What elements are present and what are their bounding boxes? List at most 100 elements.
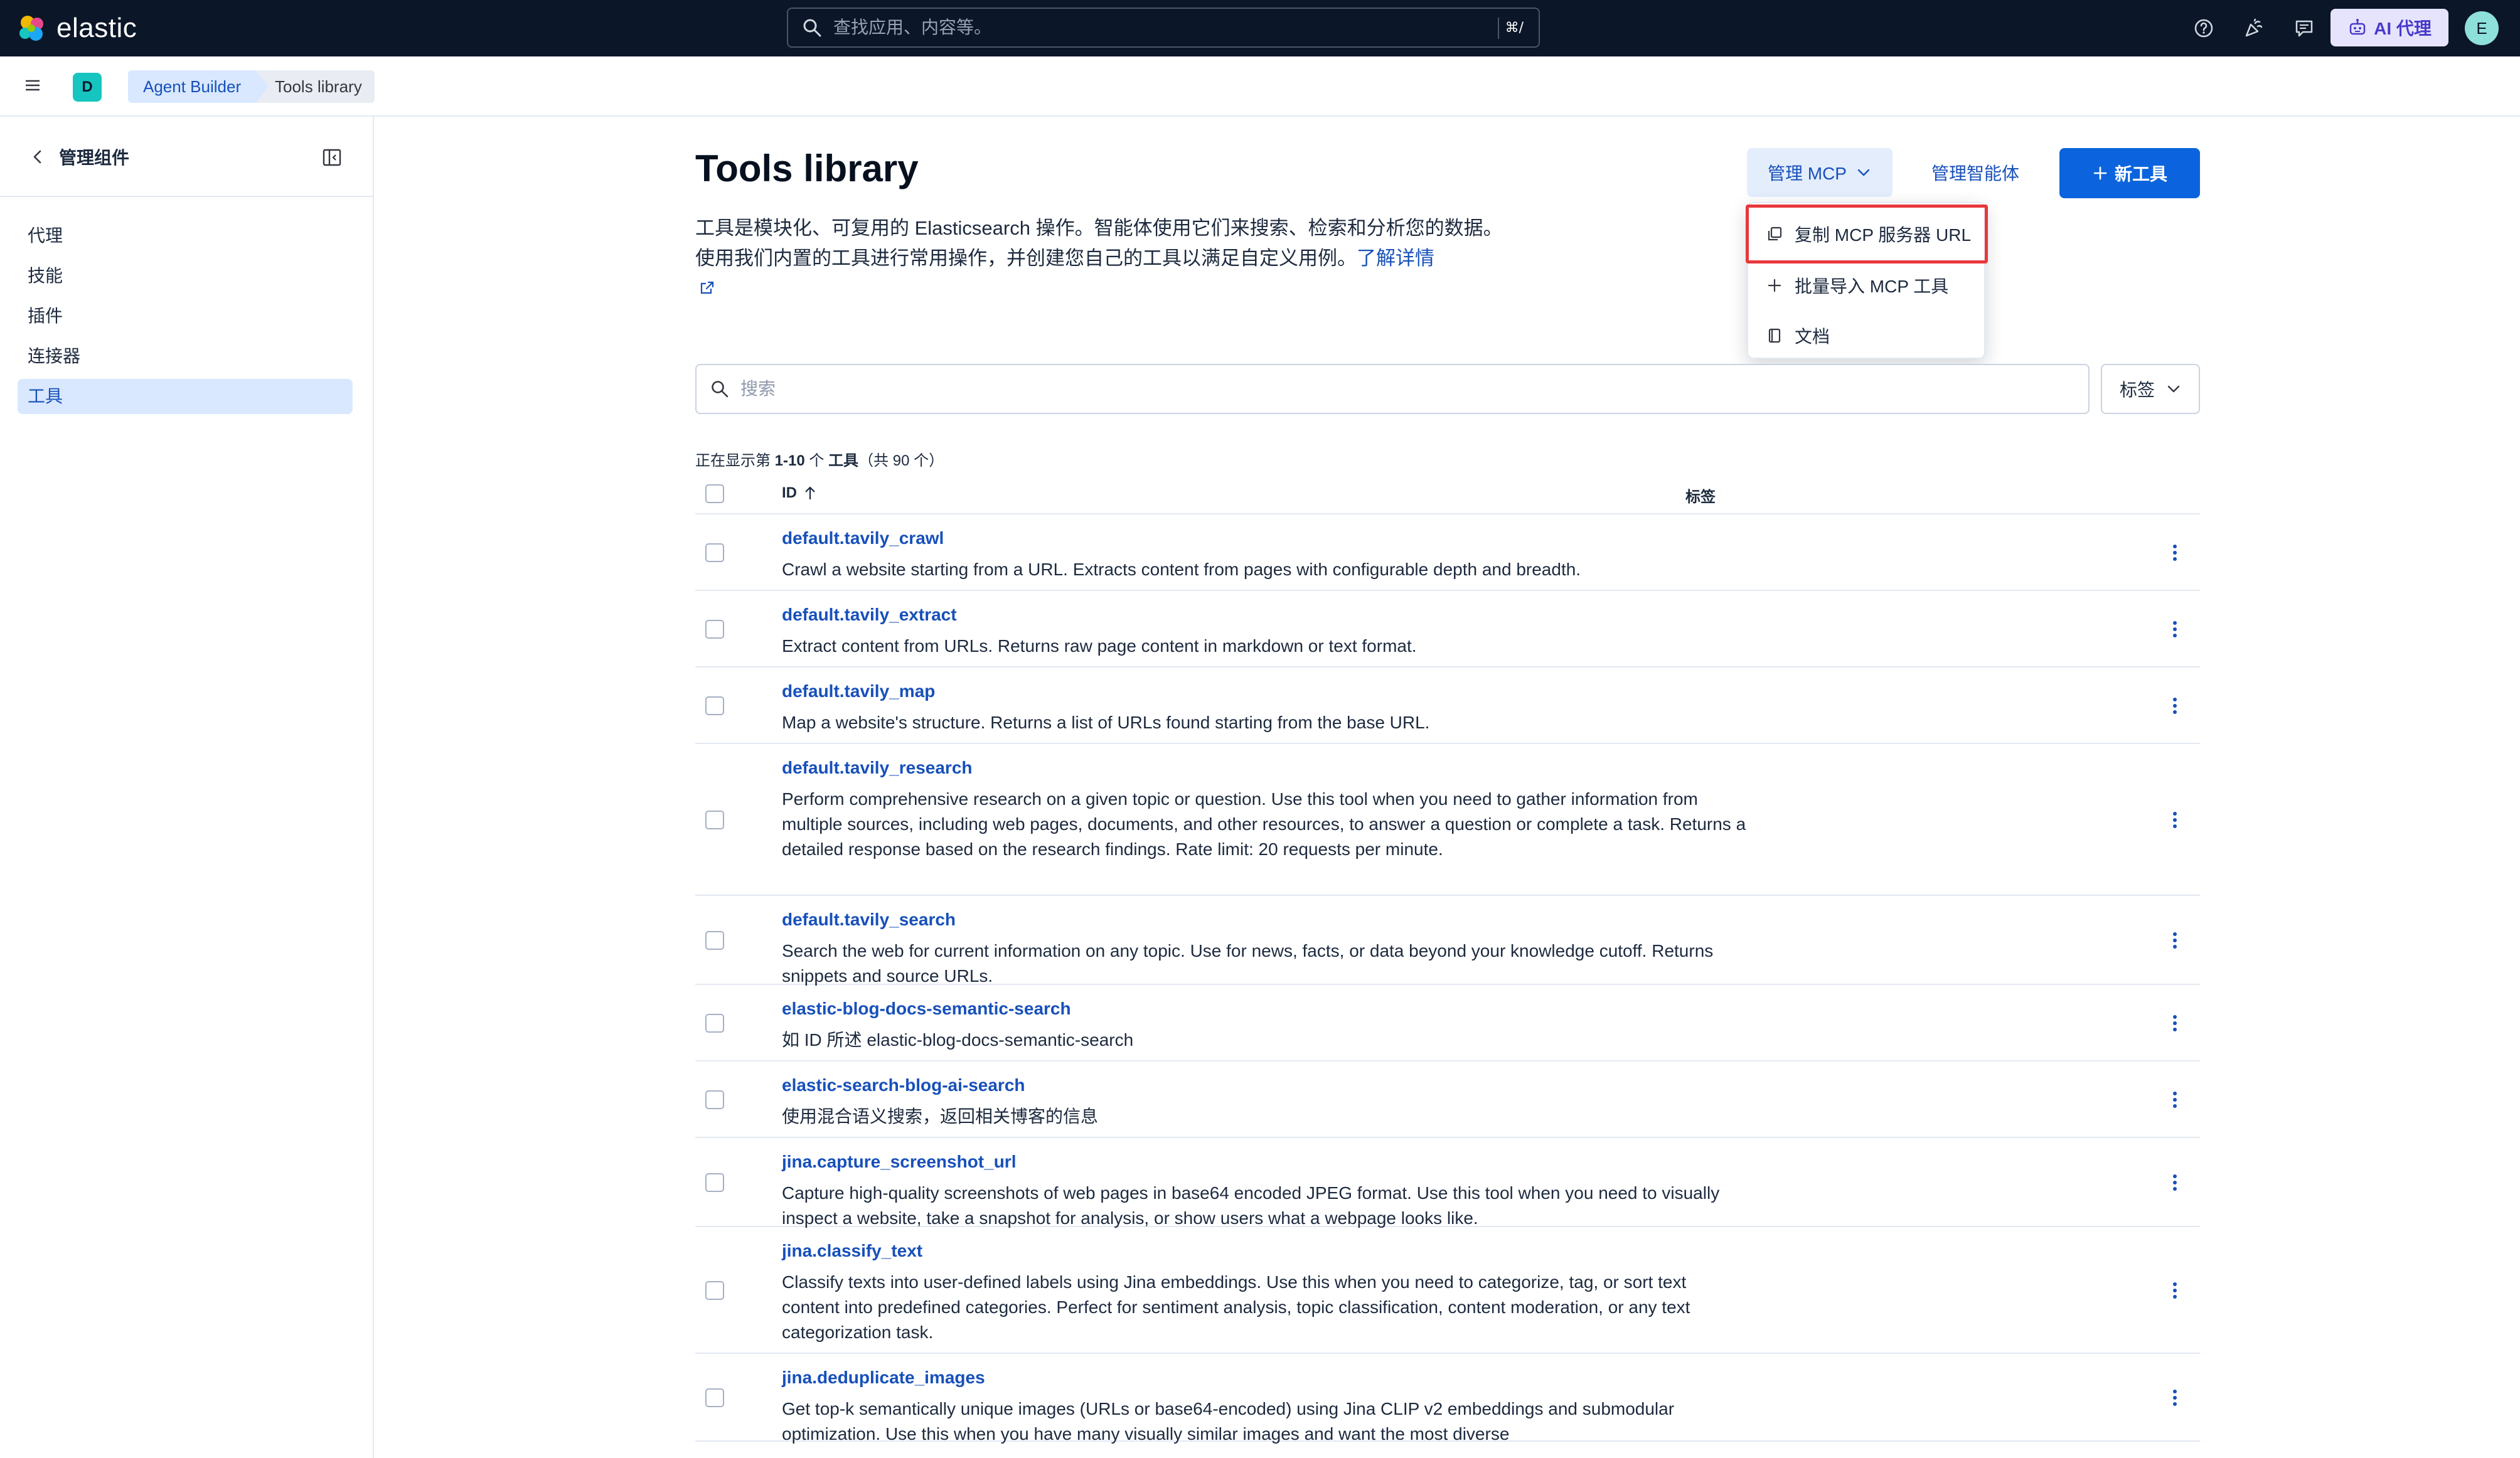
tool-description: Crawl a website starting from a URL. Ext… [782,560,1581,579]
tool-id-link[interactable]: default.tavily_map [782,681,935,701]
tool-id-link[interactable]: default.tavily_extract [782,605,957,625]
tools-search[interactable] [695,364,2090,414]
row-checkbox[interactable] [705,1014,724,1033]
new-tool-button[interactable]: 新工具 [2059,148,2200,198]
column-header-tags: 标签 [1685,489,1716,506]
table-row: default.tavily_map Map a website's struct… [695,668,2200,744]
chat-feedback-icon[interactable] [2293,17,2315,40]
news-feed-icon[interactable] [2243,17,2265,40]
table-row: default.tavily_extract Extract content fr… [695,591,2200,668]
row-checkbox[interactable] [705,1090,724,1109]
table-row: jina.classify_text Classify texts into us… [695,1227,2200,1354]
search-icon [712,381,729,398]
table-row: elastic-blog-docs-semantic-search 如 ID 所述… [695,985,2200,1062]
tool-id-link[interactable]: jina.classify_text [782,1241,922,1261]
tool-description: Search the web for current information o… [782,941,1714,986]
row-actions-icon[interactable] [2167,542,2182,563]
menu-item-label: 批量导入 MCP 工具 [1795,277,1949,296]
menu-item-docs[interactable]: 文档 [1748,312,1987,359]
tool-description: Map a website's structure. Returns a lis… [782,713,1430,732]
row-checkbox[interactable] [705,811,724,829]
table-row: default.tavily_search Search the web for … [695,896,2200,986]
row-checkbox[interactable] [705,931,724,950]
side-nav-divider [0,196,374,197]
manage-mcp-menu: 复制 MCP 服务器 URL 批量导入 MCP 工具 文档 [1747,202,1985,359]
row-checkbox[interactable] [705,1281,724,1300]
row-checkbox[interactable] [705,620,724,639]
tags-filter-button[interactable]: 标签 [2101,364,2200,414]
tool-id-link[interactable]: default.tavily_research [782,758,973,778]
copy-icon [1768,226,1782,241]
row-checkbox[interactable] [705,1173,724,1192]
tool-id-link[interactable]: elastic-search-blog-ai-search [782,1075,1025,1095]
row-actions-icon[interactable] [2167,809,2182,831]
count-prefix: 正在显示第 [695,452,775,469]
learn-more-link[interactable]: 了解详情 [1357,247,1434,269]
table-header: ID 标签 [695,474,2200,514]
row-checkbox[interactable] [705,1388,724,1407]
tool-id-link[interactable]: jina.deduplicate_images [782,1368,985,1388]
manage-mcp-button[interactable]: 管理 MCP [1747,148,1893,197]
tool-id-link[interactable]: default.tavily_crawl [782,528,944,548]
tool-description: Perform comprehensive research on a give… [782,789,1746,859]
tools-search-input[interactable] [740,379,2058,399]
manage-agents-button[interactable]: 管理智能体 [1920,148,2031,197]
space-avatar[interactable]: D [73,73,102,102]
column-label: ID [782,484,797,501]
row-actions-icon[interactable] [2167,1089,2182,1110]
menu-item-copy-mcp-url[interactable]: 复制 MCP 服务器 URL [1748,211,1987,257]
row-actions-icon[interactable] [2167,1387,2182,1408]
row-actions-icon[interactable] [2167,695,2182,716]
sidebar-item-plugins[interactable]: 插件 [18,299,353,334]
table-row: jina.deduplicate_images Get top-k semanti… [695,1354,2200,1444]
chevron-down-icon [2167,385,2180,393]
global-search-input[interactable] [833,18,1461,38]
tool-id-link[interactable]: default.tavily_search [782,910,956,930]
tags-filter-label: 标签 [2119,380,2155,400]
row-checkbox[interactable] [705,543,724,562]
user-avatar[interactable]: E [2465,11,2499,45]
count-mid: 个 [804,452,829,469]
ai-agent-label: AI 代理 [2374,19,2432,38]
sidebar-item-agents[interactable]: 代理 [18,218,353,253]
top-header: elastic ⌘/ AI 代理 E [0,0,2520,56]
tool-description: 使用混合语义搜索，返回相关博客的信息 [782,1107,1099,1126]
table-row: jina.capture_screenshot_url Capture high-… [695,1138,2200,1228]
global-search[interactable]: ⌘/ [787,8,1540,48]
side-nav-back[interactable]: 管理组件 [29,144,129,169]
collapse-panel-icon[interactable] [321,147,343,168]
plus-icon [2093,166,2107,180]
select-all-checkbox[interactable] [705,484,724,503]
row-checkbox[interactable] [705,696,724,715]
chevron-left-icon [33,150,41,164]
row-actions-icon[interactable] [2167,1172,2182,1193]
help-icon[interactable] [2192,17,2215,40]
brand[interactable]: elastic [16,13,137,44]
tool-description: Get top-k semantically unique images (UR… [782,1399,1675,1444]
breadcrumb-agent-builder[interactable]: Agent Builder [128,70,269,103]
table-row: default.tavily_research Perform comprehen… [695,744,2200,896]
tool-id-link[interactable]: jina.capture_screenshot_url [782,1152,1016,1172]
row-actions-icon[interactable] [2167,1280,2182,1301]
menu-item-label: 文档 [1795,327,1830,346]
row-actions-icon[interactable] [2167,1013,2182,1034]
row-actions-icon[interactable] [2167,619,2182,640]
ai-agent-button[interactable]: AI 代理 [2330,9,2448,46]
page-description: 工具是模块化、可复用的 Elasticsearch 操作。智能体使用它们来搜索、… [695,213,1517,274]
tool-description: Classify texts into user-defined labels … [782,1272,1690,1342]
book-icon [1768,328,1781,343]
column-header-id[interactable]: ID [782,484,817,502]
count-range: 1-10 [774,452,805,469]
tool-description: Capture high-quality screenshots of web … [782,1183,1720,1228]
external-link-icon[interactable] [699,280,715,296]
sidebar-item-tools[interactable]: 工具 [18,379,353,414]
menu-icon[interactable] [23,75,43,95]
row-actions-icon[interactable] [2167,930,2182,951]
tool-description: 如 ID 所述 elastic-blog-docs-semantic-searc… [782,1030,1134,1050]
page-title: Tools library [695,147,919,189]
tool-id-link[interactable]: elastic-blog-docs-semantic-search [782,999,1071,1019]
menu-item-bulk-import-mcp[interactable]: 批量导入 MCP 工具 [1748,262,1987,309]
sidebar-item-skills[interactable]: 技能 [18,258,353,294]
sidebar-item-connectors[interactable]: 连接器 [18,339,353,374]
side-nav: 管理组件 代理 技能 插件 连接器 工具 [0,117,374,1458]
